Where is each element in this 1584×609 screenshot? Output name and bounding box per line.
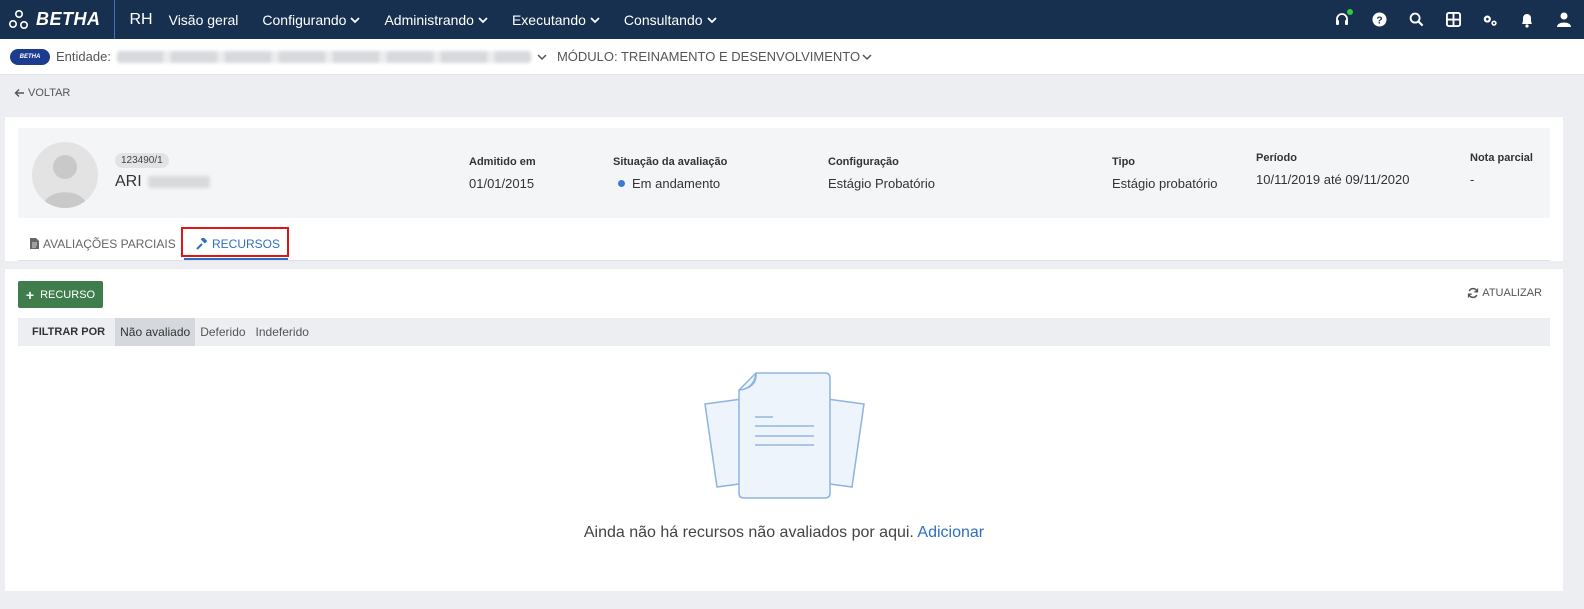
status-label: Situação da avaliação <box>613 156 728 168</box>
nav-administrando[interactable]: Administrando <box>384 12 488 28</box>
status-block: Situação da avaliação Em andamento <box>613 156 727 191</box>
status-text: Em andamento <box>632 176 721 191</box>
nav-label: Administrando <box>384 11 474 28</box>
active-tab-indicator <box>184 258 288 260</box>
empty-state-message: Ainda não há recursos não avaliados por … <box>5 524 1563 542</box>
back-link[interactable]: VOLTAR <box>14 87 70 99</box>
admitted-block: Admitido em 01/01/2015 <box>469 156 536 191</box>
filter-label: FILTRAR POR <box>32 326 106 338</box>
brand-logo[interactable]: BETHA <box>0 0 115 39</box>
status-value: Em andamento <box>613 176 727 191</box>
admitted-value: 01/01/2015 <box>469 176 535 191</box>
period-label: Período <box>1256 152 1297 164</box>
nav-label: Configurando <box>262 11 347 28</box>
type-value: Estágio probatório <box>1112 176 1218 191</box>
tab-avaliacoes-parciais[interactable]: AVALIAÇÕES PARCIAIS <box>30 227 176 260</box>
user-icon[interactable] <box>1556 12 1572 28</box>
period-block: Período 10/11/2019 até 09/11/2020 <box>1256 152 1410 187</box>
chevron-down-icon <box>706 16 717 23</box>
employee-header-card: 123490/1 ARI Admitido em 01/01/2015 Situ… <box>18 128 1550 218</box>
notifications-bell-icon[interactable] <box>1519 12 1535 28</box>
plus-icon: + <box>25 286 35 303</box>
apps-grid-icon[interactable] <box>1445 12 1461 28</box>
tab-recursos[interactable]: RECURSOS <box>196 227 280 260</box>
nav-label: Executando <box>511 11 586 28</box>
filter-deferido[interactable]: Deferido <box>195 318 250 346</box>
chevron-down-icon <box>590 16 600 23</box>
filter-indeferido[interactable]: Indeferido <box>251 318 314 346</box>
arrow-left-icon <box>14 89 24 97</box>
nav-label: Visão geral <box>168 11 239 28</box>
brand-name: BETHA <box>36 9 101 29</box>
help-icon[interactable]: ? <box>1371 12 1387 28</box>
grade-value: - <box>1470 172 1475 187</box>
employee-code-badge: 123490/1 <box>115 153 169 168</box>
entity-name-redacted[interactable] <box>116 50 531 63</box>
employee-panel: 123490/1 ARI Admitido em 01/01/2015 Situ… <box>5 117 1563 261</box>
employee-name: ARI <box>115 173 210 191</box>
add-link[interactable]: Adicionar <box>917 524 984 541</box>
chevron-down-icon <box>478 16 488 23</box>
chevron-down-icon[interactable] <box>862 52 872 62</box>
refresh-button[interactable]: ATUALIZAR <box>1467 287 1542 299</box>
grade-block: Nota parcial - <box>1470 152 1533 187</box>
status-dot <box>618 180 625 187</box>
refresh-icon <box>1468 287 1479 299</box>
config-block: Configuração Estágio Probatório <box>828 156 935 191</box>
chevron-down-icon <box>350 16 361 23</box>
hexagon-logo-icon <box>8 9 29 29</box>
nav-configurando[interactable]: Configurando <box>262 11 361 28</box>
avatar <box>32 142 98 208</box>
employee-first-name: ARI <box>115 173 142 190</box>
admitted-label: Admitido em <box>469 156 536 168</box>
nav-label: Consultando <box>623 11 703 28</box>
period-value: 10/11/2019 até 09/11/2020 <box>1256 172 1410 187</box>
type-label: Tipo <box>1112 156 1136 168</box>
tab-label: RECURSOS <box>212 236 281 251</box>
filter-nao-avaliado[interactable]: Não avaliado <box>115 318 196 346</box>
context-bar: BETHA Entidade: MÓDULO: TREINAMENTO E DE… <box>0 39 1584 75</box>
module-selector[interactable]: MÓDULO: TREINAMENTO E DESENVOLVIMENTO <box>557 49 860 64</box>
resources-panel: + RECURSO ATUALIZAR FILTRAR POR Não aval… <box>5 269 1563 591</box>
top-navbar: BETHA RH Visão geral Configurando Admini… <box>0 0 1584 39</box>
document-icon <box>30 238 39 249</box>
config-label: Configuração <box>828 156 899 168</box>
nav-consultando[interactable]: Consultando <box>624 12 717 28</box>
settings-gears-icon[interactable] <box>1482 12 1498 28</box>
employee-surname-redacted <box>147 176 210 188</box>
refresh-label: ATUALIZAR <box>1482 287 1542 299</box>
chevron-down-icon[interactable] <box>537 52 547 62</box>
gavel-icon <box>196 237 208 250</box>
nav-visao-geral[interactable]: Visão geral <box>169 12 239 28</box>
person-silhouette-icon <box>43 155 87 208</box>
top-icon-group: ? <box>1313 0 1572 39</box>
entity-label: Entidade: <box>56 49 111 64</box>
empty-documents-illustration <box>704 372 865 499</box>
headset-icon[interactable] <box>1334 8 1353 28</box>
app-name[interactable]: RH <box>130 11 153 29</box>
tab-label: AVALIAÇÕES PARCIAIS <box>43 236 176 251</box>
grade-label: Nota parcial <box>1470 152 1533 164</box>
filter-bar: FILTRAR POR Não avaliado Deferido Indefe… <box>18 318 1550 346</box>
entity-logo-badge: BETHA <box>10 48 50 65</box>
add-resource-label: RECURSO <box>40 288 96 301</box>
back-label: VOLTAR <box>28 87 71 99</box>
empty-state-text: Ainda não há recursos não avaliados por … <box>583 524 914 541</box>
svg-text:?: ? <box>1376 15 1382 26</box>
tab-bar: AVALIAÇÕES PARCIAIS RECURSOS <box>18 227 1550 261</box>
config-value: Estágio Probatório <box>828 176 935 191</box>
add-resource-button[interactable]: + RECURSO <box>18 281 103 308</box>
nav-executando[interactable]: Executando <box>512 12 600 28</box>
type-block: Tipo Estágio probatório <box>1112 156 1218 191</box>
online-status-dot <box>1347 8 1353 15</box>
search-icon[interactable] <box>1408 12 1424 28</box>
